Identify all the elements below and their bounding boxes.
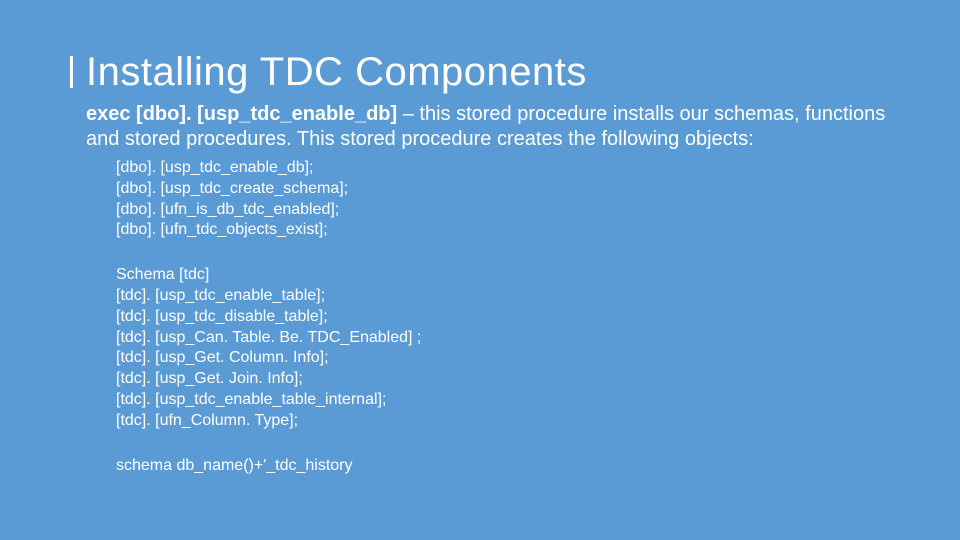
list-item: schema db_name()+'_tdc_history [116,456,900,477]
slide: Installing TDC Components exec [dbo]. [u… [0,0,960,540]
object-list-group-3: schema db_name()+'_tdc_history [70,456,900,477]
list-item: [dbo]. [ufn_is_db_tdc_enabled]; [116,200,900,221]
spacer [70,241,900,259]
list-item: [tdc]. [usp_Can. Table. Be. TDC_Enabled]… [116,328,900,349]
list-item: [tdc]. [usp_Get. Column. Info]; [116,348,900,369]
object-list-group-2: Schema [tdc] [tdc]. [usp_tdc_enable_tabl… [70,265,900,431]
intro-command: exec [dbo]. [usp_tdc_enable_db] [86,103,397,125]
title-accent-bar [70,56,73,88]
list-item: Schema [tdc] [116,265,900,286]
list-item: [dbo]. [usp_tdc_create_schema]; [116,179,900,200]
slide-title: Installing TDC Components [86,50,900,94]
title-wrap: Installing TDC Components [70,50,900,94]
list-item: [dbo]. [ufn_tdc_objects_exist]; [116,220,900,241]
intro-paragraph: exec [dbo]. [usp_tdc_enable_db] – this s… [70,102,900,152]
list-item: [tdc]. [usp_tdc_enable_table]; [116,286,900,307]
list-item: [tdc]. [ufn_Column. Type]; [116,411,900,432]
list-item: [tdc]. [usp_tdc_disable_table]; [116,307,900,328]
list-item: [tdc]. [usp_tdc_enable_table_internal]; [116,390,900,411]
object-list-group-1: [dbo]. [usp_tdc_enable_db]; [dbo]. [usp_… [70,158,900,241]
spacer [70,432,900,450]
list-item: [tdc]. [usp_Get. Join. Info]; [116,369,900,390]
list-item: [dbo]. [usp_tdc_enable_db]; [116,158,900,179]
